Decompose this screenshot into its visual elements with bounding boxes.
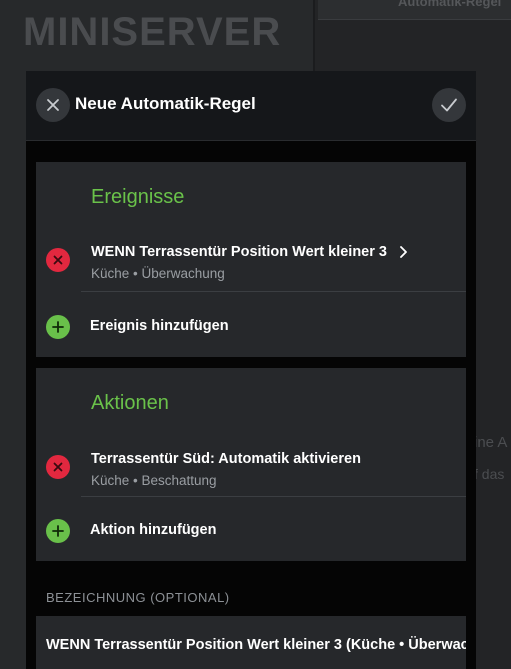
add-event-label: Ereignis hinzufügen xyxy=(90,318,229,334)
divider xyxy=(81,496,466,497)
action-rule-row[interactable]: Terrassentür Süd: Automatik aktivieren K… xyxy=(36,442,466,496)
rule-name-value: WENN Terrassentür Position Wert kleiner … xyxy=(46,637,466,653)
dialog-header: Neue Automatik-Regel xyxy=(26,71,476,141)
remove-event-icon[interactable] xyxy=(46,248,70,272)
x-icon xyxy=(53,255,63,265)
background-topbar: Automatik-Regel xyxy=(318,0,511,20)
events-card: Ereignisse WENN Terrassentür Position We… xyxy=(36,162,466,357)
dialog-title: Neue Automatik-Regel xyxy=(75,94,256,113)
new-rule-dialog: Neue Automatik-Regel Ereignisse WENN Ter… xyxy=(26,71,476,669)
event-rule-row[interactable]: WENN Terrassentür Position Wert kleiner … xyxy=(36,235,466,289)
add-action-label: Aktion hinzufügen xyxy=(90,522,217,538)
event-rule-subtitle: Küche • Überwachung xyxy=(91,266,225,281)
close-icon xyxy=(47,99,59,111)
add-icon xyxy=(46,519,70,543)
rule-name-input[interactable]: WENN Terrassentür Position Wert kleiner … xyxy=(36,616,466,669)
chevron-right-icon xyxy=(400,246,407,258)
event-rule-text: WENN Terrassentür Position Wert kleiner … xyxy=(91,244,387,260)
add-event-button[interactable]: Ereignis hinzufügen xyxy=(36,305,466,351)
background-side-text: f das xyxy=(474,466,505,482)
close-button[interactable] xyxy=(36,88,70,122)
remove-action-icon[interactable] xyxy=(46,455,70,479)
action-rule-text: Terrassentür Süd: Automatik aktivieren xyxy=(91,451,361,467)
checkmark-icon xyxy=(441,98,457,112)
divider xyxy=(81,291,466,292)
app-title: MINISERVER xyxy=(23,10,282,54)
x-icon xyxy=(53,462,63,472)
actions-title: Aktionen xyxy=(91,392,169,414)
action-rule-subtitle: Küche • Beschattung xyxy=(91,473,217,488)
confirm-button[interactable] xyxy=(432,88,466,122)
name-section-label: BEZEICHNUNG (OPTIONAL) xyxy=(46,590,230,605)
background-topbar-text: Automatik-Regel xyxy=(398,0,502,9)
actions-card: Aktionen Terrassentür Süd: Automatik akt… xyxy=(36,368,466,561)
background-side-text: ine A xyxy=(474,434,508,451)
add-icon xyxy=(46,315,70,339)
add-action-button[interactable]: Aktion hinzufügen xyxy=(36,509,466,555)
events-title: Ereignisse xyxy=(91,186,185,208)
